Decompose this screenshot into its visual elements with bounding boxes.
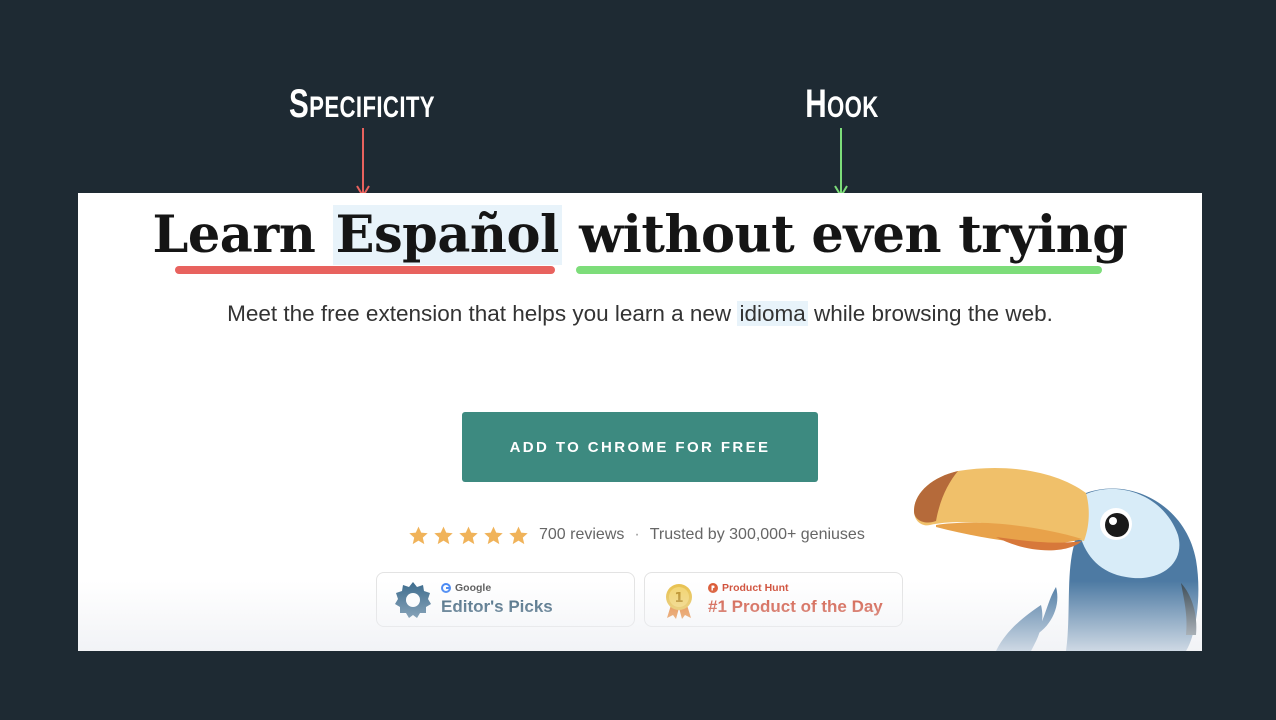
landing-page-screenshot: Learn Español without even trying Meet t…: [78, 193, 1202, 651]
google-editors-picks-badge[interactable]: Google Editor's Picks: [376, 572, 635, 627]
separator: ·: [634, 526, 640, 543]
annotation-hook: HOOK: [805, 82, 879, 126]
producthunt-icon: [708, 583, 718, 593]
reviews-link[interactable]: 700 reviews: [539, 526, 624, 544]
hero-headline: Learn Español without even trying: [78, 205, 1202, 265]
badge-source-google: Google: [455, 582, 492, 594]
badge-source-producthunt: Product Hunt: [722, 582, 789, 594]
star-icon: [409, 526, 428, 544]
toucan-mascot: [914, 467, 1199, 651]
badge-title-producthunt: #1 Product of the Day: [708, 597, 883, 616]
badge-title-google: Editor's Picks: [441, 597, 553, 616]
star-rating: [408, 525, 529, 546]
arrow-down-icon: [356, 128, 370, 198]
google-g-icon: [441, 583, 451, 593]
rating-row: 700 reviews · Trusted by 300,000+ genius…: [408, 523, 865, 547]
headline-hook-phrase: without even trying: [579, 205, 1128, 265]
hero-subtitle: Meet the free extension that helps you l…: [227, 301, 1053, 326]
medal-icon: 1: [666, 584, 692, 619]
headline-word-espanol: Español: [332, 205, 562, 265]
trust-text: Trusted by 300,000+ geniuses: [649, 526, 865, 543]
add-to-chrome-button[interactable]: ADD TO CHROME FOR FREE: [462, 412, 818, 482]
headline-word-learn: Learn: [152, 205, 316, 265]
star-icon: [484, 526, 503, 544]
hook-underline: [576, 266, 1102, 274]
star-icon: [509, 526, 528, 544]
star-icon: [459, 526, 478, 544]
arrow-down-icon: [834, 128, 848, 198]
annotation-specificity: SPECIFICITY: [289, 82, 435, 126]
highlighted-word: idioma: [737, 301, 808, 326]
specificity-underline: [175, 266, 555, 274]
google-badge-icon: [395, 582, 431, 618]
star-icon: [434, 526, 453, 544]
svg-text:1: 1: [674, 591, 683, 606]
producthunt-badge[interactable]: 1 Product Hunt #1 Product of the Day: [644, 572, 903, 627]
